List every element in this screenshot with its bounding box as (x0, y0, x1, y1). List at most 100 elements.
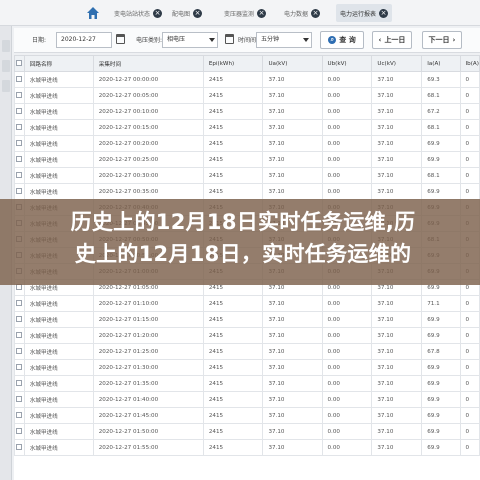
column-header[interactable]: Epi(kWh) (202, 55, 264, 72)
row-checkbox[interactable] (14, 87, 25, 104)
table-cell: 37.10 (371, 295, 423, 312)
voltage-type-select[interactable]: 相电压 (162, 32, 218, 48)
row-checkbox[interactable] (14, 327, 25, 344)
table-row[interactable]: 水城甲进线 2020-12-27 00:20:00 2415 37.10 0.00 37.… (14, 135, 480, 152)
row-checkbox[interactable] (14, 183, 25, 200)
column-header[interactable]: Ub(kV) (321, 55, 373, 72)
row-checkbox[interactable] (14, 295, 25, 312)
table-cell: 37.10 (371, 151, 423, 168)
table-row[interactable]: 水城甲进线 2020-12-27 00:10:00 2415 37.10 0.00 37.… (14, 103, 480, 120)
table-row[interactable]: 水城甲进线 2020-12-27 00:35:00 2415 37.10 0.00 37.… (14, 183, 480, 200)
close-icon[interactable]: × (153, 8, 163, 18)
sidebar-handle[interactable] (2, 40, 10, 52)
table-cell: 37.10 (371, 407, 423, 424)
row-checkbox[interactable] (14, 407, 25, 424)
table-cell: 0.00 (321, 183, 373, 200)
row-checkbox[interactable] (14, 391, 25, 408)
close-icon[interactable]: × (257, 8, 267, 18)
next-day-button[interactable]: 下一日 › (422, 31, 462, 49)
query-button[interactable]: ⌕ 查 询 (320, 31, 364, 49)
tab-bar: 变电站站状态 × 配电图 × 变压器监测 × 电力数据 × 电力运行报表 × (0, 0, 480, 26)
row-checkbox[interactable] (14, 71, 25, 88)
column-header[interactable]: Ua(kV) (262, 55, 323, 72)
close-icon[interactable]: × (193, 8, 203, 18)
row-checkbox[interactable] (14, 343, 25, 360)
table-cell: 37.10 (262, 359, 323, 376)
row-checkbox[interactable] (14, 151, 25, 168)
tab-transformer-monitor[interactable]: 变压器监测 × (224, 4, 267, 22)
column-header[interactable]: Ia(A) (421, 55, 461, 72)
chevron-down-icon (209, 38, 215, 42)
table-cell: 水城甲进线 (23, 391, 94, 408)
sidebar-handle[interactable] (2, 80, 10, 92)
table-cell: 68.1 (421, 87, 461, 104)
row-checkbox[interactable] (14, 167, 25, 184)
table-row[interactable]: 水城甲进线 2020-12-27 00:00:00 2415 37.10 0.00 37.… (14, 71, 480, 88)
date-input[interactable]: 2020-12-27 (56, 32, 112, 48)
row-checkbox[interactable] (14, 423, 25, 440)
chevron-down-icon (303, 38, 309, 42)
row-checkbox[interactable] (14, 119, 25, 136)
close-icon[interactable]: × (379, 8, 389, 18)
table-row[interactable]: 水城甲进线 2020-12-27 01:55:00 2415 37.10 0.00 37.… (14, 439, 480, 456)
interval-select[interactable]: 五分钟 (256, 32, 312, 48)
table-row[interactable]: 水城甲进线 2020-12-27 01:25:00 2415 37.10 0.00 37.… (14, 343, 480, 360)
table-row[interactable]: 水城甲进线 2020-12-27 01:35:00 2415 37.10 0.00 37.… (14, 375, 480, 392)
sidebar-handle[interactable] (2, 60, 10, 72)
tab-power-data[interactable]: 电力数据 × (284, 4, 321, 22)
column-header[interactable]: Uc(kV) (371, 55, 423, 72)
row-checkbox[interactable] (14, 359, 25, 376)
calendar-icon[interactable] (116, 34, 125, 44)
table-row[interactable]: 水城甲进线 2020-12-27 01:10:00 2415 37.10 0.00 37.… (14, 295, 480, 312)
table-cell: 2415 (202, 71, 264, 88)
table-row[interactable]: 水城甲进线 2020-12-27 01:40:00 2415 37.10 0.00 37.… (14, 391, 480, 408)
table-row[interactable]: 水城甲进线 2020-12-27 01:30:00 2415 37.10 0.00 37.… (14, 359, 480, 376)
row-checkbox[interactable] (14, 135, 25, 152)
table-cell: 37.10 (371, 327, 423, 344)
table-row[interactable]: 水城甲进线 2020-12-27 01:20:00 2415 37.10 0.00 37.… (14, 327, 480, 344)
table-row[interactable]: 水城甲进线 2020-12-27 00:05:00 2415 37.10 0.00 37.… (14, 87, 480, 104)
table-cell: 37.10 (371, 343, 423, 360)
table-cell: 水城甲进线 (23, 375, 94, 392)
table-cell: 69.9 (421, 311, 461, 328)
column-header[interactable]: 回路名称 (23, 55, 94, 72)
table-cell: 69.9 (421, 423, 461, 440)
table-cell: 37.10 (371, 183, 423, 200)
table-cell: 2020-12-27 00:05:00 (92, 87, 204, 104)
table-cell: 68.1 (421, 119, 461, 136)
table-cell: 37.10 (371, 103, 423, 120)
table-row[interactable]: 水城甲进线 2020-12-27 00:25:00 2415 37.10 0.00 37.… (14, 151, 480, 168)
table-cell: 0 (459, 375, 480, 392)
tab-label: 变压器监测 (224, 10, 255, 18)
table-row[interactable]: 水城甲进线 2020-12-27 00:15:00 2415 37.10 0.00 37.… (14, 119, 480, 136)
close-icon[interactable]: × (311, 8, 321, 18)
table-cell: 37.10 (371, 87, 423, 104)
tab-substation-status[interactable]: 变电站站状态 × (114, 4, 163, 22)
table-cell: 0 (459, 135, 480, 152)
table-cell: 37.10 (371, 439, 423, 456)
home-icon[interactable] (86, 6, 100, 20)
table-cell: 37.10 (262, 119, 323, 136)
table-cell: 水城甲进线 (23, 135, 94, 152)
table-row[interactable]: 水城甲进线 2020-12-27 01:15:00 2415 37.10 0.00 37.… (14, 311, 480, 328)
table-cell: 水城甲进线 (23, 119, 94, 136)
column-header[interactable]: 采集时间 (92, 55, 204, 72)
select-all-checkbox[interactable] (14, 55, 25, 72)
table-row[interactable]: 水城甲进线 2020-12-27 01:45:00 2415 37.10 0.00 37.… (14, 407, 480, 424)
calendar-icon[interactable] (225, 34, 234, 44)
tab-power-report[interactable]: 电力运行报表 × (336, 4, 393, 22)
row-checkbox[interactable] (14, 375, 25, 392)
previous-day-button[interactable]: ‹ 上一日 (372, 31, 412, 49)
table-row[interactable]: 水城甲进线 2020-12-27 00:30:00 2415 37.10 0.00 37.… (14, 167, 480, 184)
tab-distribution-diagram[interactable]: 配电图 × (172, 4, 203, 22)
column-header[interactable]: Ib(A) (459, 55, 480, 72)
table-cell: 0 (459, 343, 480, 360)
table-cell: 水城甲进线 (23, 71, 94, 88)
row-checkbox[interactable] (14, 103, 25, 120)
table-row[interactable]: 水城甲进线 2020-12-27 01:50:00 2415 37.10 0.00 37.… (14, 423, 480, 440)
row-checkbox[interactable] (14, 311, 25, 328)
tab-label: 变电站站状态 (114, 10, 151, 18)
row-checkbox[interactable] (14, 439, 25, 456)
table-cell: 0 (459, 327, 480, 344)
headline-text: 历史上的12月18日实时任务运维,历 史上的12月18日，实时任务运维的 (12, 206, 474, 270)
